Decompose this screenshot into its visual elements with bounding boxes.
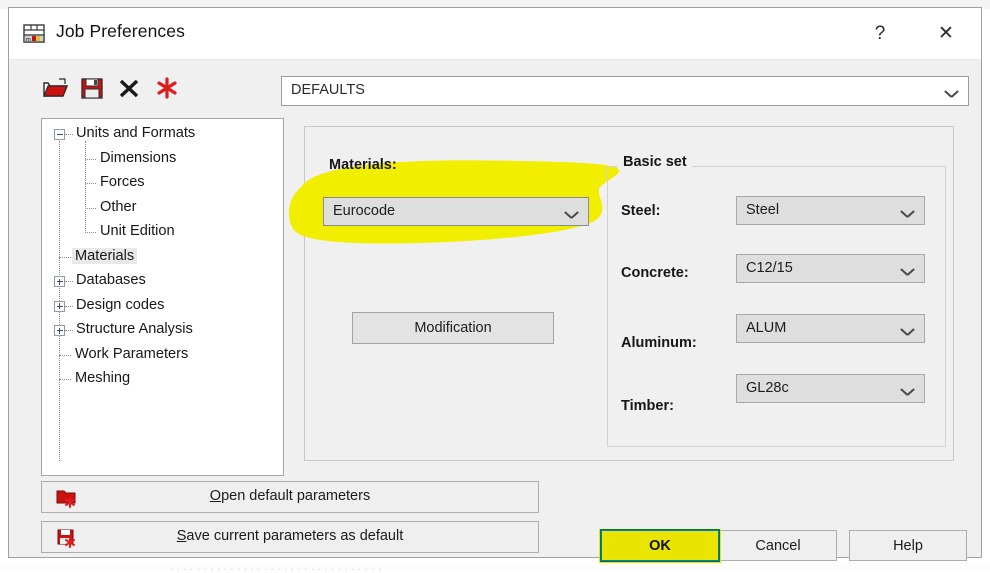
- tree-connector: [85, 158, 96, 161]
- title-bar: m Job Preferences ? ✕: [9, 8, 981, 60]
- tree-expander-plus[interactable]: [54, 325, 65, 336]
- tree-item-dimensions[interactable]: Dimensions: [42, 148, 283, 173]
- save-current-parameters-label: Save current parameters as default: [176, 528, 404, 544]
- materials-select[interactable]: Eurocode: [323, 197, 589, 226]
- delete-x-icon[interactable]: [115, 74, 143, 102]
- tree-item-label: Dimensions: [100, 149, 177, 166]
- tree-item-label: Design codes: [76, 296, 165, 313]
- tree-item-label: Other: [100, 198, 137, 215]
- tree-connector: [85, 232, 96, 234]
- steel-select[interactable]: Steel: [736, 196, 925, 225]
- save-current-parameters-button[interactable]: Save current parameters as default: [41, 521, 539, 553]
- timber-select-value: GL28c: [746, 380, 789, 396]
- table-grid-icon: m: [21, 21, 47, 47]
- new-asterisk-icon[interactable]: [153, 74, 181, 102]
- close-icon[interactable]: ✕: [917, 8, 975, 59]
- tree-connector: [65, 134, 73, 136]
- steel-label: Steel:: [621, 203, 661, 219]
- concrete-select-value: C12/15: [746, 260, 793, 276]
- tree-item-other[interactable]: Other: [42, 197, 283, 222]
- tree-connector: [65, 330, 73, 332]
- tree-connector: [65, 305, 73, 308]
- help-button[interactable]: Help: [849, 530, 967, 561]
- background-bottom-sliver: [0, 562, 990, 570]
- steel-select-value: Steel: [746, 202, 780, 218]
- tree-item-work-parameters[interactable]: Work Parameters: [42, 344, 283, 369]
- tree-item-unit-edition[interactable]: Unit Edition: [42, 221, 283, 246]
- tree-connector: [59, 379, 71, 381]
- chevron-down-icon: [901, 264, 914, 280]
- materials-select-value: Eurocode: [333, 203, 396, 219]
- page-title: Job Preferences: [56, 21, 185, 41]
- chevron-down-icon: [901, 206, 914, 222]
- aluminum-label: Aluminum:: [621, 335, 697, 351]
- tree-expander-plus[interactable]: [54, 276, 65, 287]
- tree-expander-plus[interactable]: [54, 300, 65, 312]
- profile-select-value: DEFAULTS: [291, 82, 365, 98]
- tree-item-label: Unit Edition: [100, 223, 175, 239]
- concrete-select[interactable]: C12/15: [736, 254, 925, 283]
- concrete-label: Concrete:: [621, 265, 689, 281]
- cancel-button[interactable]: Cancel: [719, 530, 837, 561]
- open-default-parameters-label: Open default parameters: [209, 488, 371, 504]
- chevron-down-icon: [901, 324, 914, 340]
- tree-connector: [85, 207, 96, 210]
- tree-item-structure-analysis[interactable]: Structure Analysis: [42, 319, 283, 344]
- chevron-down-icon: [565, 207, 578, 223]
- basic-set-title: Basic set: [618, 154, 692, 170]
- tree-item-label: Materials: [72, 247, 138, 264]
- job-preferences-dialog: m Job Preferences ? ✕ DEFAULTS Units and…: [8, 7, 982, 563]
- profile-select[interactable]: DEFAULTS: [281, 76, 969, 106]
- chevron-down-icon: [901, 384, 914, 400]
- tree-expander-minus[interactable]: [54, 129, 65, 140]
- tree-item-label: Structure Analysis: [76, 321, 193, 337]
- chevron-down-icon: [945, 86, 958, 102]
- tree-item-label: Meshing: [75, 370, 131, 386]
- tree-connector: [85, 183, 96, 185]
- save-floppy-icon[interactable]: [78, 74, 106, 102]
- aluminum-select[interactable]: ALUM: [736, 314, 925, 343]
- tree-item-label: Forces: [100, 174, 145, 190]
- svg-text:m: m: [26, 37, 31, 43]
- modification-button[interactable]: Modification: [352, 312, 554, 344]
- materials-label: Materials:: [329, 157, 397, 173]
- open-default-parameters-button[interactable]: Open default parameters: [41, 481, 539, 513]
- tree-item-materials[interactable]: Materials: [42, 246, 283, 271]
- tree-connector: [59, 354, 71, 357]
- aluminum-select-value: ALUM: [746, 320, 787, 336]
- titlebar-help-button[interactable]: ?: [851, 8, 909, 59]
- preferences-tree[interactable]: Units and Formats Dimensions Forces Othe…: [41, 118, 284, 476]
- toolbar: [41, 72, 211, 106]
- background-ghost-text: . . . . . . . . . . . . . . . . . . . . …: [170, 561, 382, 573]
- tree-item-forces[interactable]: Forces: [42, 172, 283, 197]
- tree-connector: [65, 281, 73, 283]
- tree-item-meshing[interactable]: Meshing: [42, 368, 283, 393]
- tree-item-databases[interactable]: Databases: [42, 270, 283, 295]
- tree-connector: [59, 256, 71, 259]
- timber-label: Timber:: [621, 398, 674, 414]
- tree-item-design-codes[interactable]: Design codes: [42, 295, 283, 320]
- tree-item-units-and-formats[interactable]: Units and Formats: [42, 123, 283, 148]
- tree-item-label: Databases: [76, 272, 146, 288]
- tree-item-label: Work Parameters: [75, 345, 189, 362]
- open-folder-icon[interactable]: [41, 74, 69, 102]
- tree-item-label: Units and Formats: [76, 125, 196, 141]
- timber-select[interactable]: GL28c: [736, 374, 925, 403]
- ok-button-label: OK: [649, 537, 671, 554]
